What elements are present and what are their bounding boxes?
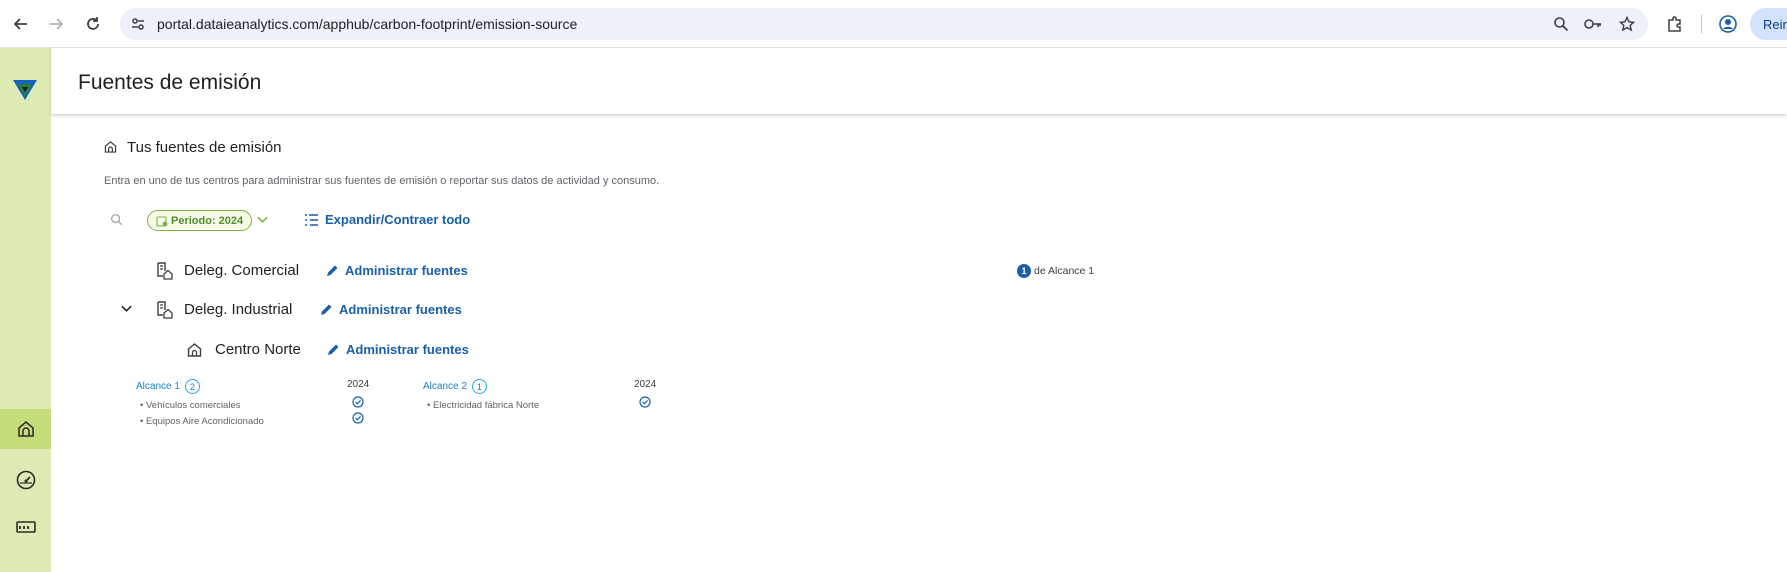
chevron-down-icon [257, 216, 268, 223]
manage-sources-button-industrial[interactable]: Administrar fuentes [320, 302, 462, 317]
scope-1-count-badge: 2 [184, 379, 200, 394]
period-dropdown-button[interactable] [256, 213, 269, 231]
home-building-icon [17, 421, 34, 437]
scope-summary-comercial: 1 de Alcance 1 [1017, 264, 1094, 278]
sidebar-item-dashboard[interactable] [0, 460, 51, 500]
back-button[interactable] [9, 12, 33, 36]
scope-1-header[interactable]: Alcance 1 2 [136, 379, 200, 394]
search-button[interactable] [110, 213, 123, 231]
scope-2-label: Alcance 2 [423, 381, 467, 392]
zoom-icon[interactable] [1551, 14, 1571, 34]
period-label: Periodo: 2024 [171, 214, 244, 227]
account-icon [1719, 15, 1737, 33]
check-circle-icon [639, 395, 651, 413]
forward-arrow-icon [50, 18, 64, 30]
sidebar-item-emission-sources[interactable] [0, 409, 51, 449]
scope-1-year: 2024 [347, 379, 370, 390]
delegation-name-comercial[interactable]: Deleg. Comercial [184, 262, 299, 279]
manage-sources-button-centro-norte[interactable]: Administrar fuentes [327, 342, 469, 357]
delegation-icon [156, 300, 174, 324]
manage-sources-label: Administrar fuentes [346, 342, 469, 357]
profile-label: Reini [1763, 17, 1787, 32]
url-text: portal.dataieanalytics.com/apphub/carbon… [157, 16, 578, 32]
site-info-icon[interactable] [128, 14, 148, 34]
scope-2-count-badge: 1 [471, 379, 487, 394]
manage-sources-label: Administrar fuentes [339, 302, 462, 317]
expand-collapse-button[interactable]: Expandir/Contraer todo [304, 212, 470, 227]
section-title: Tus fuentes de emisión [127, 139, 282, 156]
reload-button[interactable] [81, 12, 105, 36]
toolbar-divider [1701, 15, 1702, 33]
app-logo[interactable] [12, 78, 38, 107]
center-home-icon [187, 342, 202, 362]
scope-2-source-1: Electricidad fábrica Norte [432, 400, 540, 411]
collapse-industrial-button[interactable] [120, 302, 133, 320]
manage-sources-label: Administrar fuentes [345, 263, 468, 278]
chevron-down-icon [121, 305, 132, 312]
scope-count-badge: 1 [1017, 264, 1031, 278]
panel-icon [15, 521, 36, 533]
password-key-icon[interactable] [1583, 14, 1603, 34]
pencil-icon [327, 265, 338, 276]
search-icon [111, 214, 123, 226]
list-tree-icon [305, 213, 318, 226]
expand-collapse-label: Expandir/Contraer todo [325, 212, 471, 227]
bookmark-star-icon[interactable] [1617, 14, 1637, 34]
scope-1-source-item: • Vehículos comerciales [140, 400, 241, 411]
pencil-icon [321, 304, 332, 315]
extensions-button[interactable] [1663, 12, 1687, 36]
browser-toolbar: portal.dataieanalytics.com/apphub/carbon… [0, 0, 1787, 48]
manage-sources-button-comercial[interactable]: Administrar fuentes [326, 263, 468, 278]
check-circle-icon [352, 411, 364, 429]
page-header: Fuentes de emisión [51, 48, 1787, 114]
page-title: Fuentes de emisión [78, 71, 262, 94]
scope-1-source-1: Vehículos comerciales [145, 400, 241, 411]
scope-2-year: 2024 [634, 379, 657, 390]
scope-1-source-item: • Equipos Aire Acondicionado [140, 416, 264, 427]
scope-2-source-item: • Electricidad fábrica Norte [427, 400, 540, 411]
sidebar-item-reports[interactable] [0, 507, 51, 547]
reload-icon [87, 17, 99, 30]
puzzle-icon [1668, 16, 1681, 32]
delegation-icon [156, 261, 174, 285]
scope-summary-text: de Alcance 1 [1034, 265, 1095, 277]
scope-1-source-2: Equipos Aire Acondicionado [145, 416, 264, 427]
scope-1-label: Alcance 1 [136, 381, 180, 392]
scope-2-header[interactable]: Alcance 2 1 [423, 379, 487, 394]
center-name-norte[interactable]: Centro Norte [215, 341, 301, 358]
address-bar[interactable]: portal.dataieanalytics.com/apphub/carbon… [120, 8, 1648, 40]
forward-button[interactable] [44, 12, 68, 36]
app-sidebar [0, 48, 51, 572]
calendar-check-icon [156, 215, 168, 227]
main-content: Tus fuentes de emisión Entra en uno de t… [51, 116, 1787, 572]
pencil-icon [328, 344, 339, 355]
period-filter[interactable]: Periodo: 2024 [147, 210, 253, 231]
section-home-icon [104, 140, 117, 158]
profile-chip[interactable]: Reini [1750, 8, 1787, 40]
back-arrow-icon [13, 18, 27, 30]
section-description: Entra en uno de tus centros para adminis… [104, 175, 660, 187]
delegation-name-industrial[interactable]: Deleg. Industrial [184, 301, 292, 318]
gauge-icon [16, 470, 35, 490]
profile-button[interactable] [1716, 12, 1740, 36]
